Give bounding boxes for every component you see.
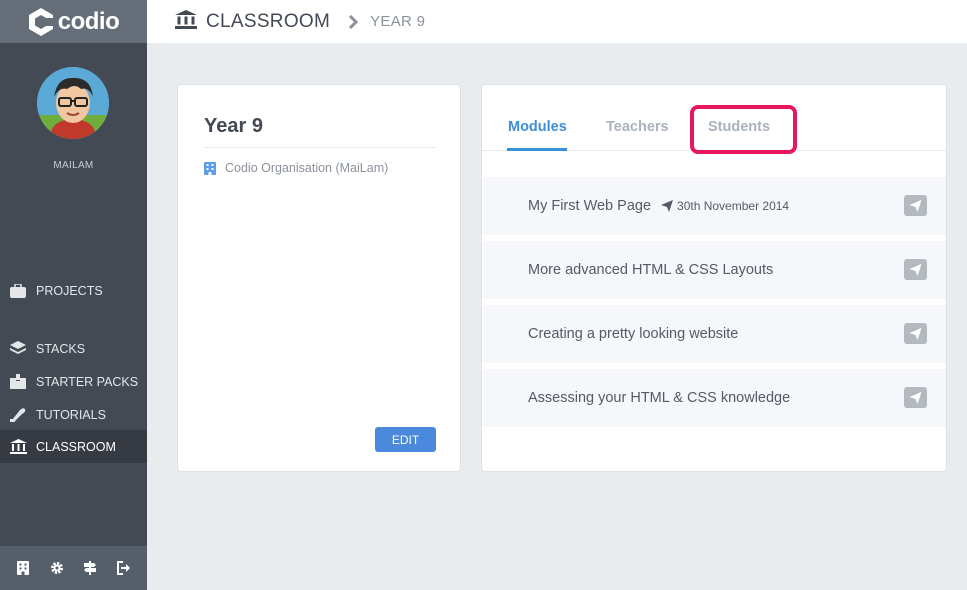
- module-title[interactable]: My First Web Page: [528, 198, 651, 214]
- module-row[interactable]: My First Web Page 30th November 2014: [483, 177, 946, 235]
- tab-modules[interactable]: Modules: [508, 119, 567, 135]
- publish-button[interactable]: [904, 323, 927, 344]
- logo[interactable]: codio: [0, 0, 147, 43]
- gear-icon[interactable]: [47, 558, 67, 578]
- tab-teachers[interactable]: Teachers: [606, 119, 669, 135]
- sidebar-item-classroom[interactable]: CLASSROOM: [0, 430, 147, 463]
- edit-button[interactable]: EDIT: [375, 427, 436, 452]
- sidebar-item-label: CLASSROOM: [36, 439, 116, 454]
- class-info-card: Year 9 Codio Organisation (MaiLam) EDIT: [177, 84, 461, 472]
- module-row[interactable]: Creating a pretty looking website: [483, 305, 946, 363]
- class-content-card: Modules Teachers Students My First Web P…: [481, 84, 947, 472]
- publish-button[interactable]: [904, 387, 927, 408]
- sidebar-item-label: STARTER PACKS: [36, 374, 139, 389]
- breadcrumb-current: YEAR 9: [370, 13, 426, 30]
- chevron-right-icon: [348, 14, 359, 29]
- logo-text: codio: [57, 7, 120, 35]
- classroom-icon: [175, 9, 197, 34]
- publish-button[interactable]: [904, 259, 927, 280]
- logout-icon[interactable]: [114, 558, 134, 578]
- sidebar: codio MAILAM PROJECTS STACKS STARTER PAC…: [0, 0, 147, 590]
- published-date: 30th November 2014: [661, 199, 789, 213]
- sidebar-footer: [0, 546, 147, 590]
- username: MAILAM: [53, 160, 94, 171]
- avatar-image: [37, 67, 109, 139]
- module-title[interactable]: Creating a pretty looking website: [528, 326, 738, 342]
- tab-bar: Modules Teachers Students: [482, 85, 946, 154]
- sidebar-item-tutorials[interactable]: TUTORIALS: [0, 398, 147, 431]
- publish-button[interactable]: [904, 195, 927, 216]
- signpost-icon[interactable]: [80, 558, 100, 578]
- sidebar-item-label: PROJECTS: [36, 283, 103, 298]
- box-icon: [9, 373, 27, 391]
- divider: [204, 147, 436, 148]
- organisation-icon: [204, 161, 216, 175]
- module-title[interactable]: More advanced HTML & CSS Layouts: [528, 262, 773, 278]
- module-row[interactable]: More advanced HTML & CSS Layouts: [483, 241, 946, 299]
- paper-plane-icon: [661, 200, 674, 212]
- paper-plane-icon: [909, 327, 922, 340]
- organisation-line: Codio Organisation (MaiLam): [204, 161, 388, 175]
- students-tab-highlight: [690, 105, 797, 154]
- class-title: Year 9: [204, 115, 263, 137]
- sidebar-item-stacks[interactable]: STACKS: [0, 332, 147, 365]
- organisation-icon[interactable]: [13, 558, 33, 578]
- module-title[interactable]: Assessing your HTML & CSS knowledge: [528, 390, 790, 406]
- paper-plane-icon: [909, 199, 922, 212]
- sidebar-item-projects[interactable]: PROJECTS: [0, 274, 147, 307]
- sidebar-item-label: TUTORIALS: [36, 407, 106, 422]
- avatar[interactable]: [37, 67, 109, 139]
- tutorial-icon: [9, 406, 27, 424]
- active-tab-indicator: [507, 148, 567, 151]
- codio-logo-icon: [28, 7, 54, 36]
- classroom-icon: [9, 438, 27, 456]
- module-row[interactable]: Assessing your HTML & CSS knowledge: [483, 369, 946, 427]
- sidebar-item-starter-packs[interactable]: STARTER PACKS: [0, 365, 147, 398]
- sidebar-item-label: STACKS: [36, 341, 86, 356]
- header: CLASSROOM YEAR 9: [147, 0, 967, 43]
- briefcase-icon: [9, 282, 27, 300]
- organisation-name: Codio Organisation (MaiLam): [225, 161, 389, 175]
- paper-plane-icon: [909, 263, 922, 276]
- layers-icon: [9, 340, 27, 358]
- breadcrumb-root[interactable]: CLASSROOM: [206, 11, 330, 33]
- paper-plane-icon: [909, 391, 922, 404]
